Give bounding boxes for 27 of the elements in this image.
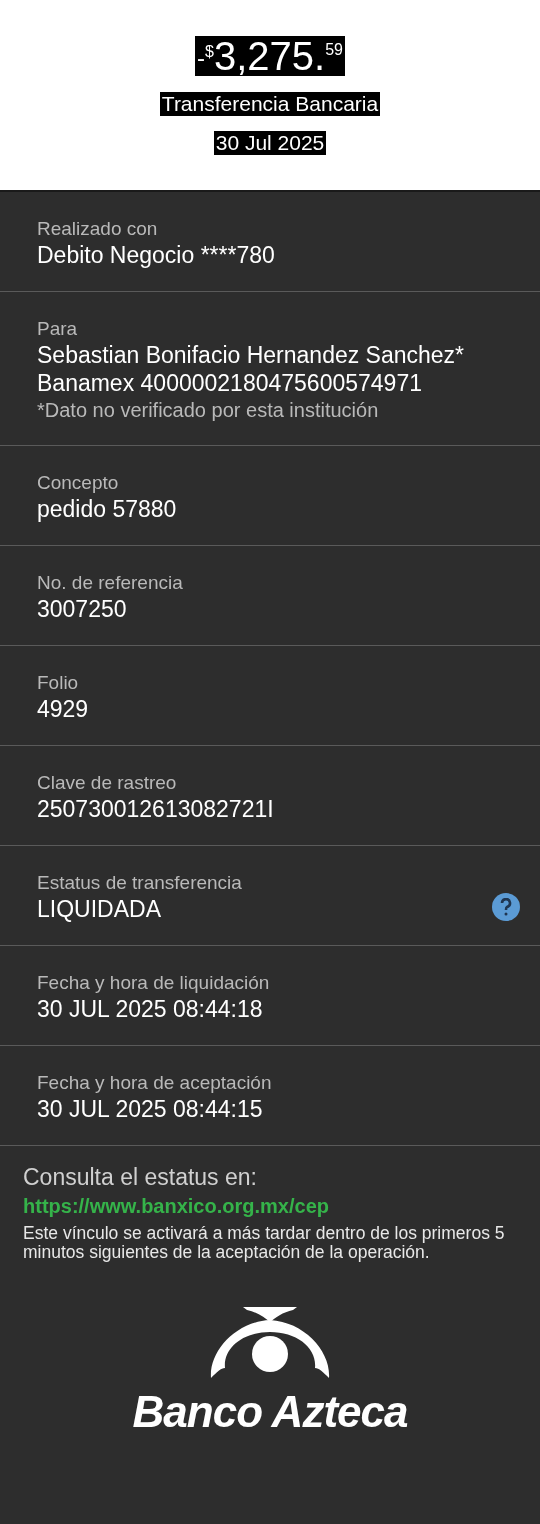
detail-value: 250730012613082721I — [37, 795, 274, 823]
status-link[interactable]: https://www.banxico.org.mx/cep — [23, 1192, 517, 1220]
status-info: Este vínculo se activará a más tardar dentro de los primeros 5 minutos siguientes de la aceptación de la operación. — [23, 1224, 506, 1262]
detail-label: Concepto — [37, 471, 120, 495]
help-icon[interactable] — [492, 893, 520, 921]
detail-value: 3007250 — [37, 595, 128, 623]
detail-label: Fecha y hora de liquidación — [37, 971, 270, 995]
detail-label: Para — [37, 317, 79, 341]
detail-label: Clave de rastreo — [37, 771, 178, 795]
detail-value: pedido 57880 — [37, 495, 177, 523]
status-title: Consulta el estatus en: — [23, 1163, 258, 1192]
detail-value: LIQUIDADA — [37, 895, 162, 923]
detail-value: Sebastian Bonifacio Hernandez Sanchez* — [37, 341, 465, 369]
detail-note: *Dato no verificado por esta institución — [37, 398, 380, 423]
detail-label: Fecha y hora de aceptación — [37, 1071, 272, 1095]
detail-value: 30 JUL 2025 08:44:18 — [37, 995, 264, 1023]
detail-value: Debito Negocio ****780 — [37, 241, 275, 269]
detail-value: 30 JUL 2025 08:44:15 — [37, 1095, 264, 1123]
detail-label: Folio — [37, 671, 80, 695]
detail-label: No. de referencia — [37, 571, 183, 595]
transfer-type: Transferencia Bancaria — [159, 92, 381, 116]
detail-value: 4929 — [37, 695, 89, 723]
detail-label: Estatus de transferencia — [37, 871, 242, 895]
brand-name: Banco Azteca — [132, 1388, 408, 1436]
detail-value: Banamex 4000002180475600574971 — [37, 369, 423, 397]
detail-label: Realizado con — [37, 217, 159, 241]
transfer-date: 30 Jul 2025 — [213, 131, 327, 155]
